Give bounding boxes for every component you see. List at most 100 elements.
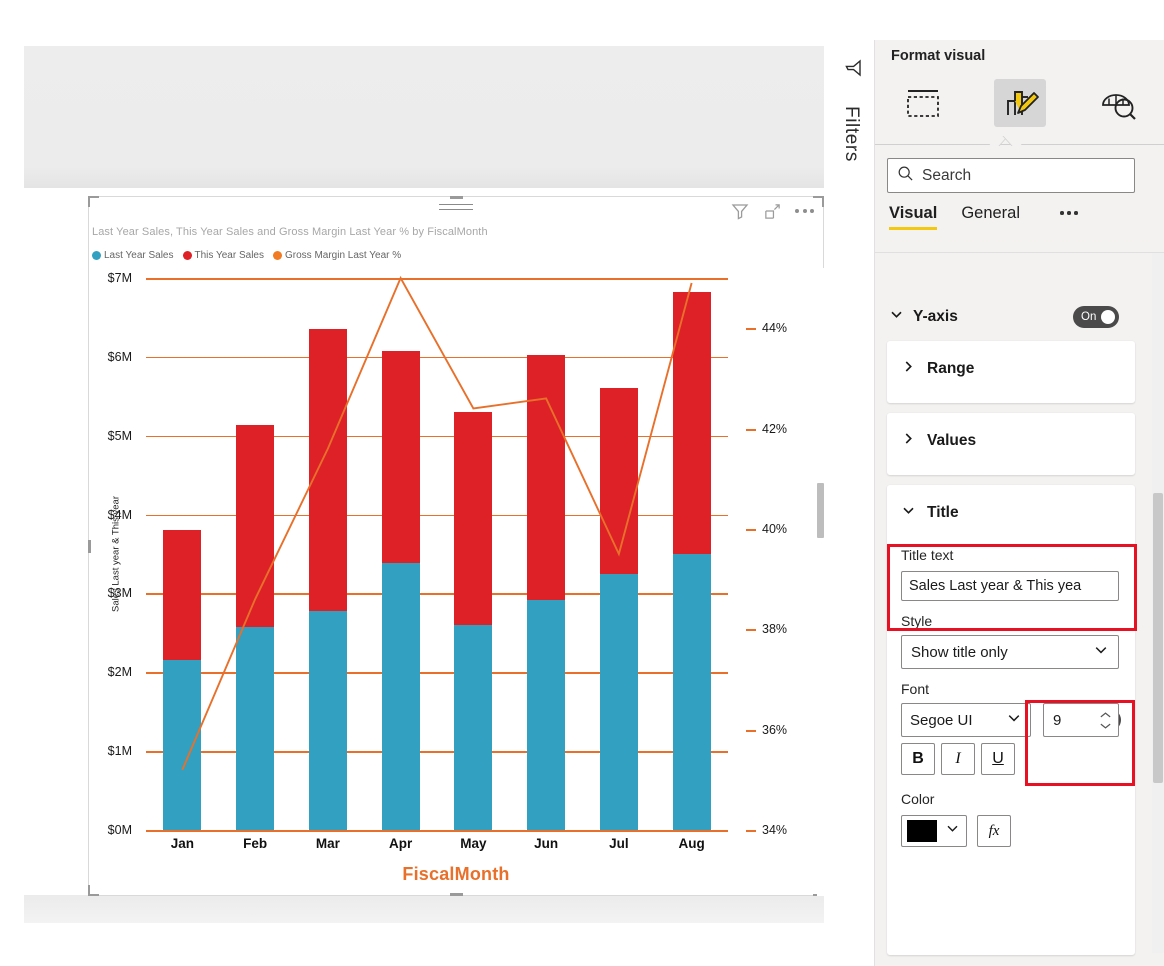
more-options-icon[interactable]	[795, 209, 814, 213]
analytics-icon[interactable]	[1091, 79, 1143, 127]
section-y-axis[interactable]: Y-axis On	[875, 297, 1133, 337]
chevron-down-icon	[889, 307, 904, 327]
visual-header	[88, 196, 824, 226]
bar-stack[interactable]	[381, 351, 420, 830]
bar-stack[interactable]	[599, 387, 638, 830]
filter-icon[interactable]	[730, 201, 750, 221]
title-text-input[interactable]: Sales Last year & This yea	[901, 571, 1119, 601]
x-axis-title: FiscalMonth	[402, 864, 510, 884]
bar-stack[interactable]	[236, 425, 275, 830]
y-axis-tick-label: $5M	[107, 428, 132, 443]
pane-title: Format visual	[891, 48, 986, 64]
gridline	[146, 830, 728, 832]
format-visual-icon[interactable]	[994, 79, 1046, 127]
card-title-header[interactable]: Title On	[887, 485, 1135, 731]
legend-item-last-year-sales[interactable]: Last Year Sales	[92, 250, 174, 261]
y2-axis-tick	[746, 729, 756, 732]
color-label: Color	[901, 791, 935, 807]
pane-icon-tabs	[875, 72, 1164, 134]
bar-stack[interactable]	[527, 355, 566, 830]
chart-visual[interactable]: Last Year Sales, This Year Sales and Gro…	[88, 196, 897, 896]
drag-grip-icon[interactable]	[439, 204, 473, 214]
font-size-stepper[interactable]: 9	[1043, 703, 1119, 737]
more-tabs-icon[interactable]	[1060, 211, 1078, 215]
x-axis-tick-label: Jan	[170, 836, 194, 851]
color-picker-button[interactable]	[901, 815, 967, 847]
bar-segment-last-year-sales[interactable]	[163, 660, 202, 830]
filters-rail[interactable]: Filters	[832, 40, 874, 966]
bar-segment-this-year-sales[interactable]	[454, 412, 493, 625]
bar-segment-last-year-sales[interactable]	[454, 624, 493, 830]
legend-marker-icon	[92, 251, 101, 260]
focus-mode-icon[interactable]	[763, 202, 782, 221]
gridline	[146, 593, 728, 596]
y2-axis-tick-label: 36%	[762, 722, 788, 737]
bar-segment-this-year-sales[interactable]	[163, 529, 202, 661]
gridline	[146, 751, 728, 753]
bar-segment-last-year-sales[interactable]	[236, 626, 275, 830]
y2-axis-tick-label: 38%	[762, 622, 788, 637]
style-select[interactable]: Show title only	[901, 635, 1119, 669]
pane-scrollbar-thumb[interactable]	[1153, 493, 1163, 783]
bar-stack[interactable]	[308, 329, 347, 830]
bar-segment-this-year-sales[interactable]	[381, 351, 420, 564]
conditional-formatting-button[interactable]: fx	[977, 815, 1011, 847]
format-visual-pane: Format visual Search Visual General Y-ax…	[874, 40, 1164, 966]
italic-button[interactable]: I	[941, 743, 975, 775]
y-axis-toggle[interactable]: On	[1073, 306, 1119, 328]
gridline	[146, 672, 728, 674]
bar-segment-last-year-sales[interactable]	[527, 599, 566, 830]
chevron-right-icon	[901, 431, 916, 451]
bar-segment-last-year-sales[interactable]	[599, 573, 638, 830]
stepper-arrows-icon[interactable]	[1099, 711, 1112, 730]
legend-item-this-year-sales[interactable]: This Year Sales	[182, 250, 264, 261]
bold-button[interactable]: B	[901, 743, 935, 775]
bar-stack[interactable]	[672, 292, 711, 830]
y-axis-tick-label: $2M	[107, 665, 132, 680]
y-axis-tick-label: $6M	[107, 349, 132, 364]
y2-axis-tick	[746, 528, 756, 531]
section-y-axis-label: Y-axis	[913, 308, 958, 325]
bar-segment-this-year-sales[interactable]	[527, 355, 566, 600]
bar-segment-this-year-sales[interactable]	[308, 329, 347, 611]
gridline	[146, 435, 728, 438]
card-values-header[interactable]: Values	[887, 413, 1135, 469]
y2-axis-tick-label: 40%	[762, 521, 788, 536]
card-values[interactable]: Values	[887, 413, 1135, 475]
y-axis-tick-label: $7M	[107, 271, 132, 285]
bar-segment-this-year-sales[interactable]	[236, 425, 275, 627]
build-visual-icon[interactable]	[897, 79, 949, 127]
x-axis-tick-label: Aug	[678, 836, 705, 851]
card-range-header[interactable]: Range	[887, 341, 1135, 397]
bar-segment-this-year-sales[interactable]	[599, 387, 638, 574]
bar-stack[interactable]	[454, 412, 493, 830]
toggle-knob-icon	[1101, 310, 1116, 324]
y2-axis-tick	[746, 830, 756, 832]
tab-general[interactable]: General	[961, 204, 1020, 230]
bar-segment-last-year-sales[interactable]	[672, 554, 711, 830]
y-axis-tick-label: $0M	[107, 823, 132, 837]
x-axis-tick-label: Jun	[534, 836, 559, 851]
gridline	[146, 514, 728, 517]
bar-segment-last-year-sales[interactable]	[381, 563, 420, 830]
legend-label: Gross Margin Last Year %	[285, 250, 402, 261]
card-values-label: Values	[927, 432, 977, 449]
legend-item-gross-margin[interactable]: Gross Margin Last Year %	[273, 250, 401, 261]
search-input[interactable]: Search	[887, 158, 1135, 193]
legend-label: Last Year Sales	[104, 250, 174, 261]
chart-scrollbar-thumb[interactable]	[817, 483, 824, 538]
chevron-down-icon	[1006, 710, 1022, 730]
card-range[interactable]: Range	[887, 341, 1135, 403]
style-label: Style	[901, 613, 933, 629]
bar-stack[interactable]	[163, 529, 202, 830]
pane-scrollbar-track[interactable]	[1152, 253, 1164, 953]
underline-button[interactable]: U	[981, 743, 1015, 775]
bar-segment-last-year-sales[interactable]	[308, 610, 347, 830]
chart-scrollbar-track[interactable]	[817, 268, 824, 896]
card-title[interactable]: Title On Title text Sales Last year & Th…	[887, 485, 1135, 955]
chart-legend: Last Year Sales This Year Sales Gross Ma…	[92, 250, 401, 261]
font-family-select[interactable]: Segoe UI	[901, 703, 1031, 737]
tab-visual[interactable]: Visual	[889, 204, 938, 230]
bar-segment-this-year-sales[interactable]	[672, 292, 711, 554]
y2-axis-tick	[746, 629, 756, 632]
